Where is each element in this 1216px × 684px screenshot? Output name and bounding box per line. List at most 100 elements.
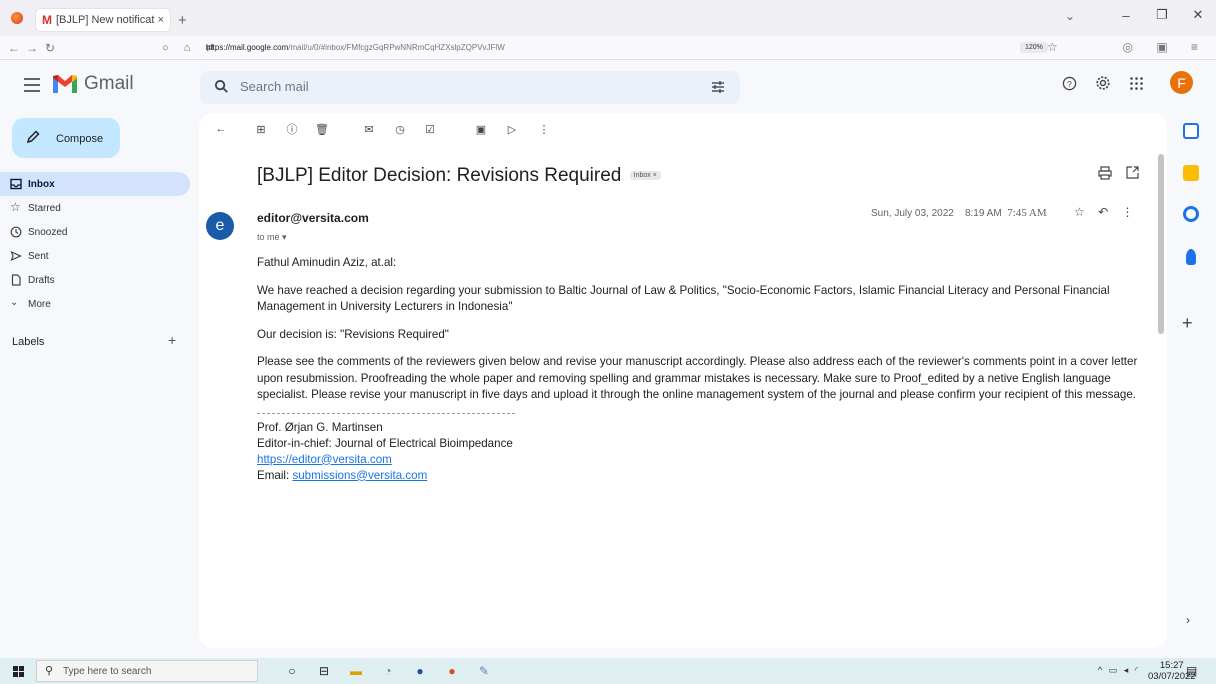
app-icon[interactable]: ◔ <box>379 662 397 680</box>
contacts-icon[interactable] <box>1186 249 1196 265</box>
inbox-label-chip[interactable]: Inbox × <box>629 171 661 181</box>
sidebar-item-more[interactable]: ⌄ More <box>0 292 190 316</box>
sidebar-item-sent[interactable]: Sent <box>0 244 190 268</box>
keep-icon[interactable] <box>1183 165 1199 181</box>
forward-icon[interactable]: → <box>26 41 38 55</box>
draft-icon <box>11 274 21 286</box>
back-icon[interactable]: ← <box>8 41 20 55</box>
close-window-button[interactable]: ✕ <box>1180 7 1216 23</box>
more-options-icon[interactable]: ⋮ <box>536 121 552 137</box>
zoom-badge[interactable]: 120% <box>1020 42 1048 53</box>
reply-icon[interactable]: ↶ <box>1098 205 1108 219</box>
add-addon-icon[interactable]: + <box>1182 313 1193 334</box>
add-to-tasks-icon[interactable]: ☑ <box>422 121 438 137</box>
delete-icon[interactable]: 🗑 <box>314 121 330 137</box>
message-scrollbar[interactable] <box>1156 140 1164 650</box>
mark-unread-icon[interactable]: ✉ <box>361 121 377 137</box>
settings-gear-icon[interactable] <box>1095 75 1111 91</box>
windows-start-icon[interactable] <box>13 666 24 677</box>
date-text: Sun, July 03, 2022 <box>871 208 954 219</box>
new-tab-button[interactable]: + <box>178 12 187 29</box>
inbox-icon <box>10 178 22 190</box>
bookmark-star-icon[interactable]: ☆ <box>1047 40 1058 54</box>
back-to-inbox-icon[interactable]: ← <box>213 121 229 137</box>
snooze-icon[interactable]: ◷ <box>392 121 408 137</box>
gmail-favicon: M <box>42 13 52 27</box>
firefox-icon <box>11 12 23 24</box>
gmail-logo[interactable]: Gmail <box>52 73 134 95</box>
print-icon[interactable] <box>1098 166 1112 180</box>
compose-label: Compose <box>56 133 104 145</box>
email-label: Email: <box>257 468 293 482</box>
signature: Prof. Ørjan G. Martinsen Editor-in-chief… <box>257 420 1147 484</box>
archive-icon[interactable]: ⊞ <box>253 121 269 137</box>
help-icon[interactable]: ? <box>1062 76 1077 91</box>
minimize-button[interactable]: – <box>1108 8 1144 23</box>
sender-email[interactable]: editor@versita.com <box>257 211 369 225</box>
signature-name: Prof. Ørjan G. Martinsen <box>257 420 383 434</box>
sidebar-item-drafts[interactable]: Drafts <box>0 268 190 292</box>
signature-link[interactable]: https://editor@versita.com <box>257 453 392 466</box>
firefox-taskbar-icon[interactable]: ● <box>443 662 461 680</box>
file-explorer-icon[interactable]: ▬ <box>347 662 365 680</box>
taskbar-search-icon: ⚲ <box>45 665 54 677</box>
compose-button[interactable]: Compose <box>12 118 120 158</box>
notification-icon[interactable]: ▤ <box>1186 664 1197 678</box>
decision-line: Our decision is: "Revisions Required" <box>257 327 449 341</box>
browser-tab[interactable]: M [BJLP] New notification × <box>36 9 170 31</box>
recipient-details[interactable]: to me ▾ <box>257 232 287 243</box>
calendar-icon[interactable] <box>1183 123 1199 139</box>
browser-tabstrip: M [BJLP] New notification × + ⌄ – ❐ ✕ <box>0 0 1216 36</box>
subject-text: [BJLP] Editor Decision: Revisions Requir… <box>257 165 622 186</box>
sidebar-item-label: Inbox <box>28 178 55 190</box>
greeting: Fathul Aminudin Aziz, at.al: <box>257 256 397 269</box>
sidebar-item-inbox[interactable]: Inbox <box>0 172 190 196</box>
system-tray[interactable]: ^ ▭ ◂ ◜ <box>1098 665 1140 676</box>
message-subject: [BJLP] Editor Decision: Revisions Requir… <box>257 165 661 187</box>
apps-grid-icon[interactable] <box>1129 76 1144 91</box>
pencil-icon <box>26 130 40 144</box>
star-message-icon[interactable]: ☆ <box>1074 205 1085 219</box>
time-sent: 7:45 AM <box>1007 207 1047 219</box>
search-input[interactable] <box>240 79 640 94</box>
tab-list-chevron-icon[interactable]: ⌄ <box>1065 9 1075 23</box>
tab-close-icon[interactable]: × <box>158 14 164 26</box>
cortana-icon[interactable]: ○ <box>283 662 301 680</box>
main-menu-icon[interactable] <box>24 78 40 92</box>
address-field[interactable]: https://mail.google.com/mail/u/0/#inbox/… <box>206 43 505 52</box>
message-more-icon[interactable]: ⋮ <box>1122 205 1134 219</box>
sidebar-item-starred[interactable]: ☆ Starred <box>0 196 190 220</box>
search-options-icon[interactable] <box>711 80 725 94</box>
message-date: Sun, July 03, 2022 8:19 AM 7:45 AM <box>871 207 1047 219</box>
edge-icon[interactable]: ● <box>411 662 429 680</box>
search-bar[interactable] <box>200 71 740 104</box>
move-to-icon[interactable]: ▣ <box>473 121 489 137</box>
restore-button[interactable]: ❐ <box>1144 7 1180 23</box>
clock-icon <box>10 226 22 238</box>
url-path: /mail/u/0/#inbox/FMfcgzGqRPwNNRmCqHZXslp… <box>288 43 505 52</box>
labels-heading: Labels <box>12 336 45 348</box>
message-panel: ← ⊞ ⓘ 🗑 ✉ ◷ ☑ ▣ ▷ ⋮ [BJLP] Editor Decisi… <box>199 113 1167 648</box>
open-new-window-icon[interactable] <box>1126 166 1139 179</box>
sidebar-item-snoozed[interactable]: Snoozed <box>0 220 190 244</box>
app-icon-2[interactable]: ✎ <box>475 662 493 680</box>
add-label-button[interactable]: + <box>168 332 176 348</box>
report-spam-icon[interactable]: ⓘ <box>284 121 300 137</box>
body-paragraph: Please see the comments of the reviewers… <box>257 355 1138 401</box>
expand-panel-icon[interactable]: › <box>1186 613 1190 627</box>
gmail-header: Gmail ? F <box>0 60 1216 114</box>
signature-email-link[interactable]: submissions@versita.com <box>292 469 427 482</box>
window-controls: – ❐ ✕ <box>1108 0 1216 30</box>
tasks-icon[interactable] <box>1183 206 1199 222</box>
svg-text:?: ? <box>1067 78 1072 88</box>
search-icon[interactable] <box>214 79 229 94</box>
taskbar-search[interactable]: ⚲ Type here to search <box>36 660 258 682</box>
sender-avatar[interactable]: e <box>206 212 234 240</box>
task-view-icon[interactable]: ⊟ <box>315 662 333 680</box>
reload-icon[interactable]: ↻ <box>45 41 55 55</box>
label-icon[interactable]: ▷ <box>504 121 520 137</box>
browser-menu-icons[interactable]: ◎ ▣ ≡ <box>1123 40 1208 54</box>
taskbar-apps: ○ ⊟ ▬ ◔ ● ● ✎ <box>283 662 493 680</box>
account-avatar[interactable]: F <box>1170 71 1193 94</box>
scroll-thumb[interactable] <box>1158 154 1164 334</box>
